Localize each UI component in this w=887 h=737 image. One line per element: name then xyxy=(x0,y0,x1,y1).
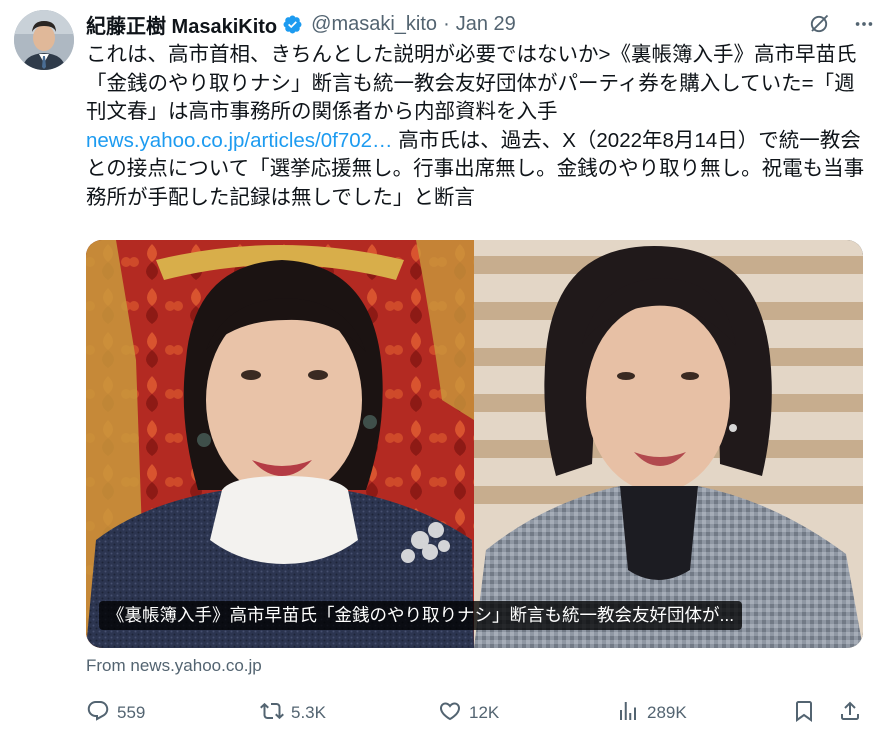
repost-count: 5.3K xyxy=(291,703,326,722)
tweet[interactable]: 紀藤正樹 MasakiKito @masaki_kito · Jan 29 これ… xyxy=(0,0,887,737)
like-count: 12K xyxy=(469,703,500,722)
reply-icon xyxy=(86,699,110,728)
tweet-date[interactable]: Jan 29 xyxy=(456,13,516,36)
link-card-media[interactable]: 《裏帳簿入手》高市早苗氏「金銭のやり取りナシ」断言も統一教会友好団体が... xyxy=(86,240,863,648)
bookmark-icon xyxy=(792,699,816,728)
grok-icon[interactable] xyxy=(807,12,831,36)
repost-icon xyxy=(260,699,284,728)
views-button[interactable]: 289K xyxy=(616,699,687,728)
article-caption: 《裏帳簿入手》高市早苗氏「金銭のやり取りナシ」断言も統一教会友好団体が... xyxy=(99,601,743,630)
display-name[interactable]: 紀藤正樹 MasakiKito xyxy=(86,10,277,39)
share-icon xyxy=(838,699,862,728)
avatar[interactable] xyxy=(14,10,74,70)
tweet-header: 紀藤正樹 MasakiKito @masaki_kito · Jan 29 xyxy=(86,10,875,38)
views-icon xyxy=(616,699,640,728)
reply-count: 559 xyxy=(117,703,146,722)
tweet-text-body: これは、高市首相、きちんとした説明が必要ではないか>《裏帳簿入手》高市早苗氏「金… xyxy=(86,43,857,124)
article-link[interactable]: news.yahoo.co.jp/articles/0f702… xyxy=(86,129,393,152)
article-photo xyxy=(86,240,863,648)
repost-button[interactable]: 5.3K xyxy=(260,699,326,728)
tweet-text: これは、高市首相、きちんとした説明が必要ではないか>《裏帳簿入手》高市早苗氏「金… xyxy=(86,41,866,213)
header-separator: · xyxy=(443,12,450,35)
share-button[interactable] xyxy=(838,699,862,728)
like-icon xyxy=(438,699,462,728)
header-actions xyxy=(807,12,875,36)
more-icon[interactable] xyxy=(853,13,875,35)
views-count: 289K xyxy=(647,703,687,722)
link-source[interactable]: From news.yahoo.co.jp xyxy=(86,656,262,676)
handle[interactable]: @masaki_kito xyxy=(311,13,437,36)
bookmark-button[interactable] xyxy=(792,699,816,728)
avatar-image xyxy=(14,10,74,70)
reply-button[interactable]: 559 xyxy=(86,699,145,728)
verified-badge-icon xyxy=(282,14,303,35)
like-button[interactable]: 12K xyxy=(438,699,499,728)
tweet-actions: 559 5.3K 12K 289K xyxy=(86,696,866,730)
